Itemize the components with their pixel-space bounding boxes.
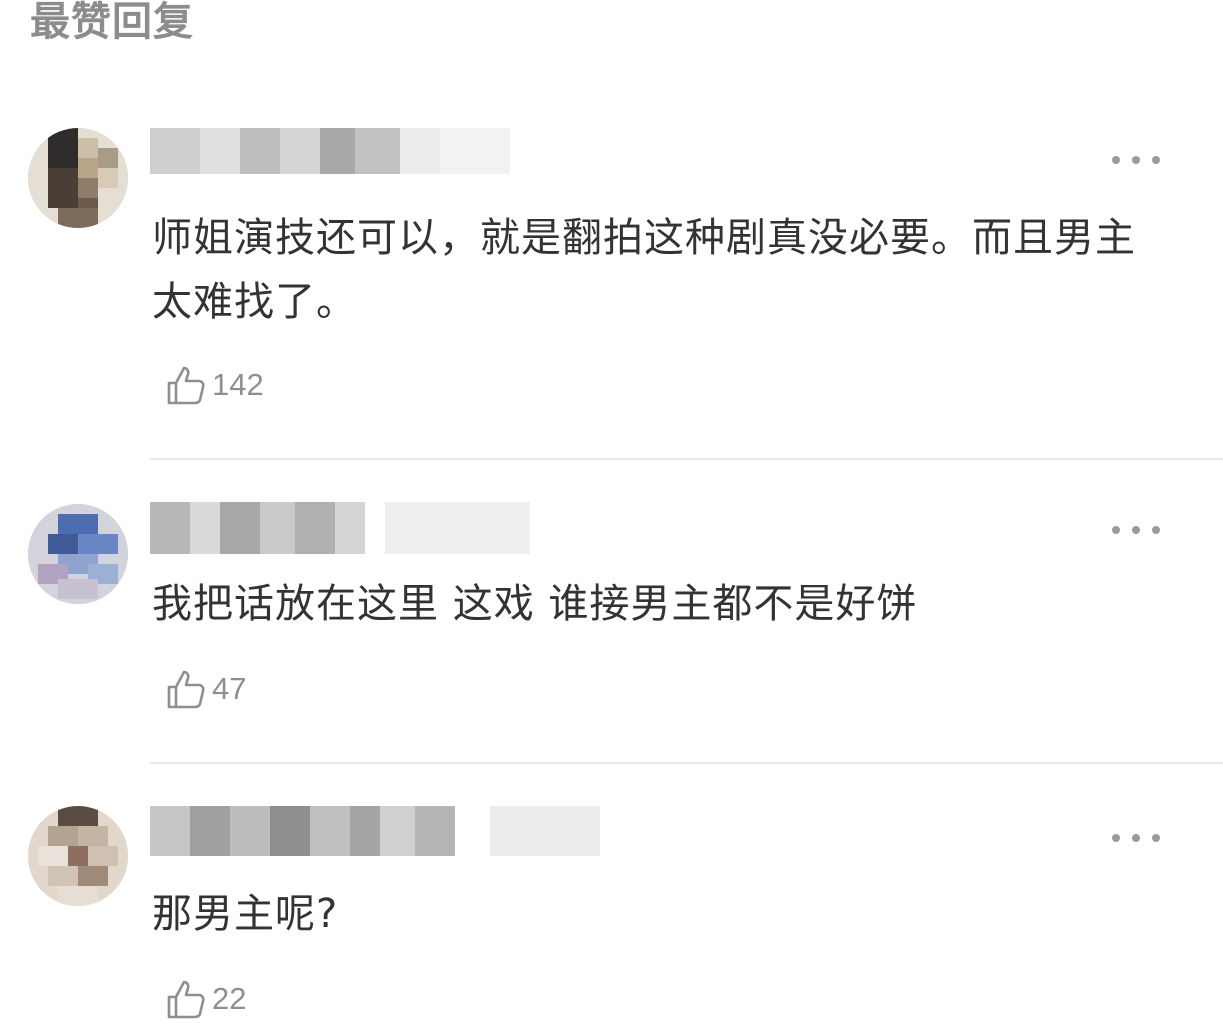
divider [150, 762, 1223, 764]
username-blurred[interactable] [150, 806, 600, 856]
comment-text: 师姐演技还可以，就是翻拍这种剧真没必要。而且男主太难找了。 [152, 215, 1136, 325]
like-button[interactable]: 142 [164, 360, 264, 410]
like-count: 142 [212, 367, 264, 402]
username-blurred[interactable] [150, 502, 530, 554]
like-button[interactable]: 47 [164, 664, 246, 714]
divider [150, 458, 1223, 460]
like-count: 47 [212, 671, 247, 706]
more-dots-icon[interactable] [1112, 520, 1160, 540]
section-title: 最赞回复 [30, 0, 194, 45]
like-count: 22 [212, 981, 247, 1016]
username-blurred[interactable] [150, 128, 510, 174]
avatar[interactable] [28, 128, 128, 228]
more-dots-icon[interactable] [1112, 828, 1160, 848]
thumbs-up-icon [164, 667, 208, 711]
avatar[interactable] [28, 504, 128, 604]
thumbs-up-icon [164, 363, 208, 407]
comment-text: 那男主呢? [152, 891, 339, 937]
like-button[interactable]: 22 [164, 974, 246, 1024]
more-dots-icon[interactable] [1112, 150, 1160, 170]
thumbs-up-icon [164, 977, 208, 1021]
comment-text: 我把话放在这里 这戏 谁接男主都不是好饼 [152, 581, 918, 627]
avatar[interactable] [28, 806, 128, 906]
